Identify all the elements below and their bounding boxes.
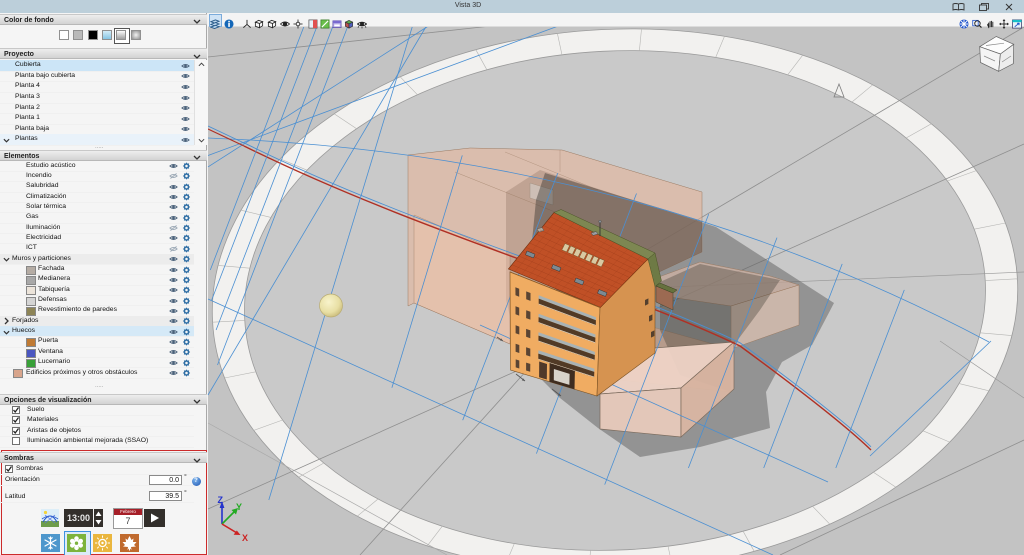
svg-text:X: X xyxy=(242,533,248,543)
svg-text:Z: Z xyxy=(218,495,224,505)
svg-text:Y: Y xyxy=(236,502,242,512)
